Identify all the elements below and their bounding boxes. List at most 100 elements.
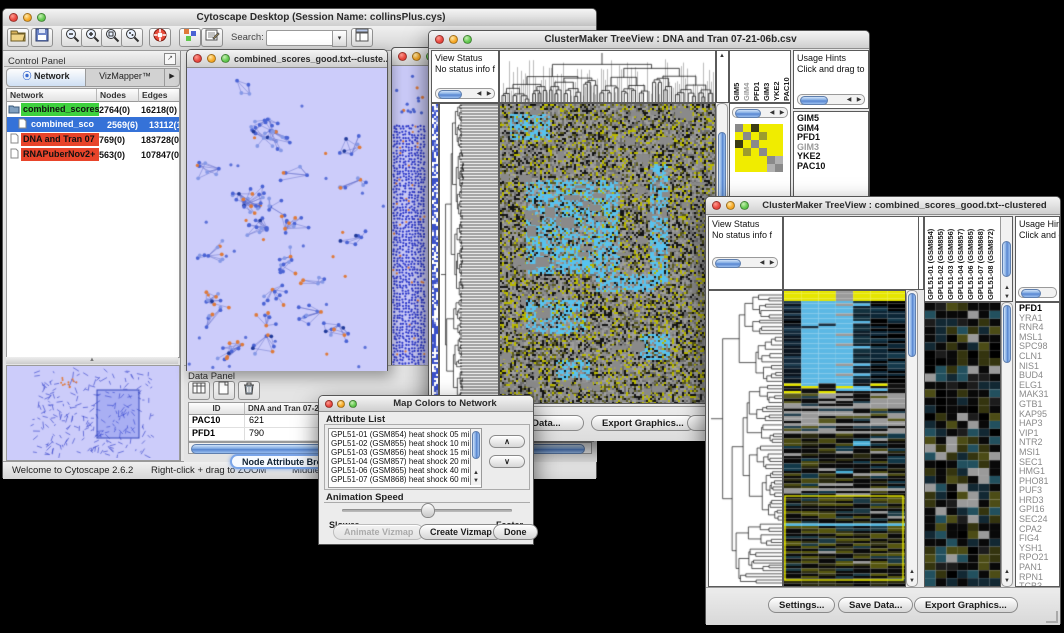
network-table-row[interactable]: RNAPuberNov2+563(0)107847(0)	[7, 147, 179, 162]
close-button[interactable]	[712, 201, 721, 210]
usage-hints-hscroll[interactable]	[1018, 287, 1057, 298]
zoom-button[interactable]	[463, 35, 472, 44]
animate-vizmap-button[interactable]: Animate Vizmap	[333, 524, 424, 540]
column-label[interactable]: GIM5	[732, 51, 742, 101]
attribute-item[interactable]: GPL51-04 (GSM857) heat shock 20 min	[331, 457, 469, 466]
scroll-right-arrow[interactable]: ▶	[484, 91, 494, 97]
column-header-edges[interactable]: Edges	[139, 89, 179, 102]
move-down-button[interactable]: ∨	[489, 455, 525, 468]
close-button[interactable]	[9, 13, 18, 22]
scroll-up-arrow[interactable]: ▲	[1002, 285, 1012, 291]
column-label[interactable]: GPL51-03 (GSM856)	[946, 217, 956, 300]
button-export-graphics[interactable]: Export Graphics...	[914, 597, 1018, 613]
view-status-hscroll[interactable]: ◀ ▶	[712, 257, 778, 268]
attribute-item[interactable]: GPL51-06 (GSM865) heat shock 40 min	[331, 466, 469, 475]
zoom-heatmap-canvas[interactable]	[925, 303, 1000, 586]
netview2-titlebar[interactable]	[392, 48, 428, 66]
zoom-button[interactable]	[37, 13, 46, 22]
column-tree-area[interactable]	[783, 216, 919, 290]
minimize-button[interactable]	[726, 201, 735, 210]
scroll-up-arrow[interactable]: ▲	[1002, 569, 1012, 575]
zoom-button[interactable]	[221, 54, 230, 63]
scroll-right-arrow[interactable]: ▶	[767, 260, 777, 266]
search-input[interactable]	[266, 30, 334, 46]
minimize-button[interactable]	[449, 35, 458, 44]
delete-attribute-button[interactable]	[238, 381, 260, 400]
open-file-button[interactable]	[7, 28, 29, 47]
float-panel-icon[interactable]: ↗	[164, 53, 176, 65]
zoom-out-button[interactable]	[61, 28, 83, 47]
scroll-down-arrow[interactable]: ▼	[907, 578, 917, 584]
scroll-thumb[interactable]	[1003, 305, 1011, 363]
row-dendrogram-canvas[interactable]	[709, 291, 782, 586]
close-button[interactable]	[193, 54, 202, 63]
save-session-button[interactable]	[31, 28, 53, 47]
scroll-thumb[interactable]	[800, 96, 828, 105]
network-table-row[interactable]: combined_sco2569(6)13112(15)	[7, 117, 179, 132]
network-canvas[interactable]	[187, 68, 387, 371]
similarity-matrix[interactable]	[735, 124, 783, 172]
network-overview-canvas[interactable]	[7, 366, 177, 458]
resize-grip[interactable]	[1046, 611, 1058, 623]
column-label[interactable]: PFD1	[752, 51, 762, 101]
attribute-item[interactable]: GPL51-07 (GSM868) heat shock 60 min	[331, 475, 469, 484]
attribute-item[interactable]: GPL51-03 (GSM856) heat shock 15 min	[331, 448, 469, 457]
tab-network[interactable]: ⦿ Network	[7, 69, 86, 86]
row-dendrogram-canvas[interactable]	[440, 104, 498, 403]
heatmap-vscroll[interactable]: ▲ ▼	[906, 290, 918, 587]
column-label[interactable]: GPL51-01 (GSM854)	[926, 217, 936, 300]
zoom-button[interactable]	[740, 201, 749, 210]
move-up-button[interactable]: ∧	[489, 435, 525, 448]
column-labels-vscroll[interactable]: ▲ ▼	[1000, 217, 1012, 301]
global-pixel-strip[interactable]	[431, 103, 439, 404]
network-table-row[interactable]: combined_scores2764(0)16218(0)	[7, 102, 179, 117]
attribute-item[interactable]: GPL51-01 (GSM854) heat shock 05 min	[331, 430, 469, 439]
column-label[interactable]: YKE2	[772, 51, 782, 101]
attribute-item[interactable]: GPL51-02 (GSM855) heat shock 10 min	[331, 439, 469, 448]
button-save-data[interactable]: Save Data...	[838, 597, 913, 613]
heatmap-canvas[interactable]	[500, 104, 715, 403]
scroll-thumb[interactable]	[1002, 241, 1011, 277]
scroll-down-arrow[interactable]: ▼	[471, 478, 481, 484]
thumbnail-hscroll[interactable]: ◀ ▶	[732, 107, 788, 118]
scroll-thumb[interactable]	[908, 293, 916, 357]
column-label[interactable]: GPL51-06 (GSM865)	[966, 217, 976, 300]
scroll-right-arrow[interactable]: ▶	[854, 97, 864, 103]
gene-list-vscroll[interactable]: ▲ ▼	[1001, 302, 1013, 587]
scroll-down-arrow[interactable]: ▼	[1002, 578, 1012, 584]
help-button[interactable]	[149, 28, 171, 47]
usage-hints-hscroll[interactable]: ◀ ▶	[797, 94, 865, 105]
scroll-up-arrow[interactable]: ▲	[717, 53, 727, 59]
column-labels[interactable]: GIM5GIM4PFD1GIM3YKE2PAC10	[732, 50, 791, 101]
scroll-left-arrow[interactable]: ◀	[844, 97, 854, 103]
heatmap-canvas[interactable]	[784, 291, 905, 586]
annotation-button[interactable]	[201, 28, 223, 47]
scroll-left-arrow[interactable]: ◀	[757, 260, 767, 266]
network-canvas-back[interactable]	[392, 66, 428, 377]
scroll-down-arrow[interactable]: ▼	[1002, 294, 1012, 300]
column-label[interactable]: GPL51-02 (GSM855)	[936, 217, 946, 300]
zoom-button[interactable]	[349, 400, 357, 408]
gene-labels[interactable]: GIM5GIM4PFD1GIM3YKE2PAC10	[794, 112, 868, 172]
speed-slider-thumb[interactable]	[421, 503, 435, 518]
tab-overflow-arrow[interactable]: ▶	[164, 69, 179, 86]
scroll-left-arrow[interactable]: ◀	[474, 91, 484, 97]
column-label[interactable]: GPL51-08 (GSM872)	[986, 217, 996, 300]
search-dropdown-icon[interactable]: ▾	[332, 30, 347, 47]
button-export-graphics[interactable]: Export Graphics...	[591, 415, 695, 431]
column-label[interactable]: PAC10	[782, 51, 791, 101]
column-header-nodes[interactable]: Nodes	[97, 89, 139, 102]
zoom-in-button[interactable]	[81, 28, 103, 47]
column-label[interactable]: GIM4	[742, 51, 752, 101]
scroll-thumb[interactable]	[735, 109, 761, 118]
minimize-button[interactable]	[337, 400, 345, 408]
column-dendrogram-canvas[interactable]	[500, 51, 715, 102]
close-button[interactable]	[325, 400, 333, 408]
column-label[interactable]: GPL51-04 (GSM857)	[956, 217, 966, 300]
column-labels[interactable]: GPL51-01 (GSM854)GPL51-02 (GSM855)GPL51-…	[926, 216, 996, 300]
panel-splitter[interactable]: ▲	[6, 357, 178, 364]
scroll-thumb[interactable]	[715, 259, 741, 268]
attribute-list-vscroll[interactable]: ▲ ▼	[470, 429, 481, 485]
create-vizmap-button[interactable]: Create Vizmap	[419, 524, 503, 540]
minimize-button[interactable]	[412, 52, 421, 61]
